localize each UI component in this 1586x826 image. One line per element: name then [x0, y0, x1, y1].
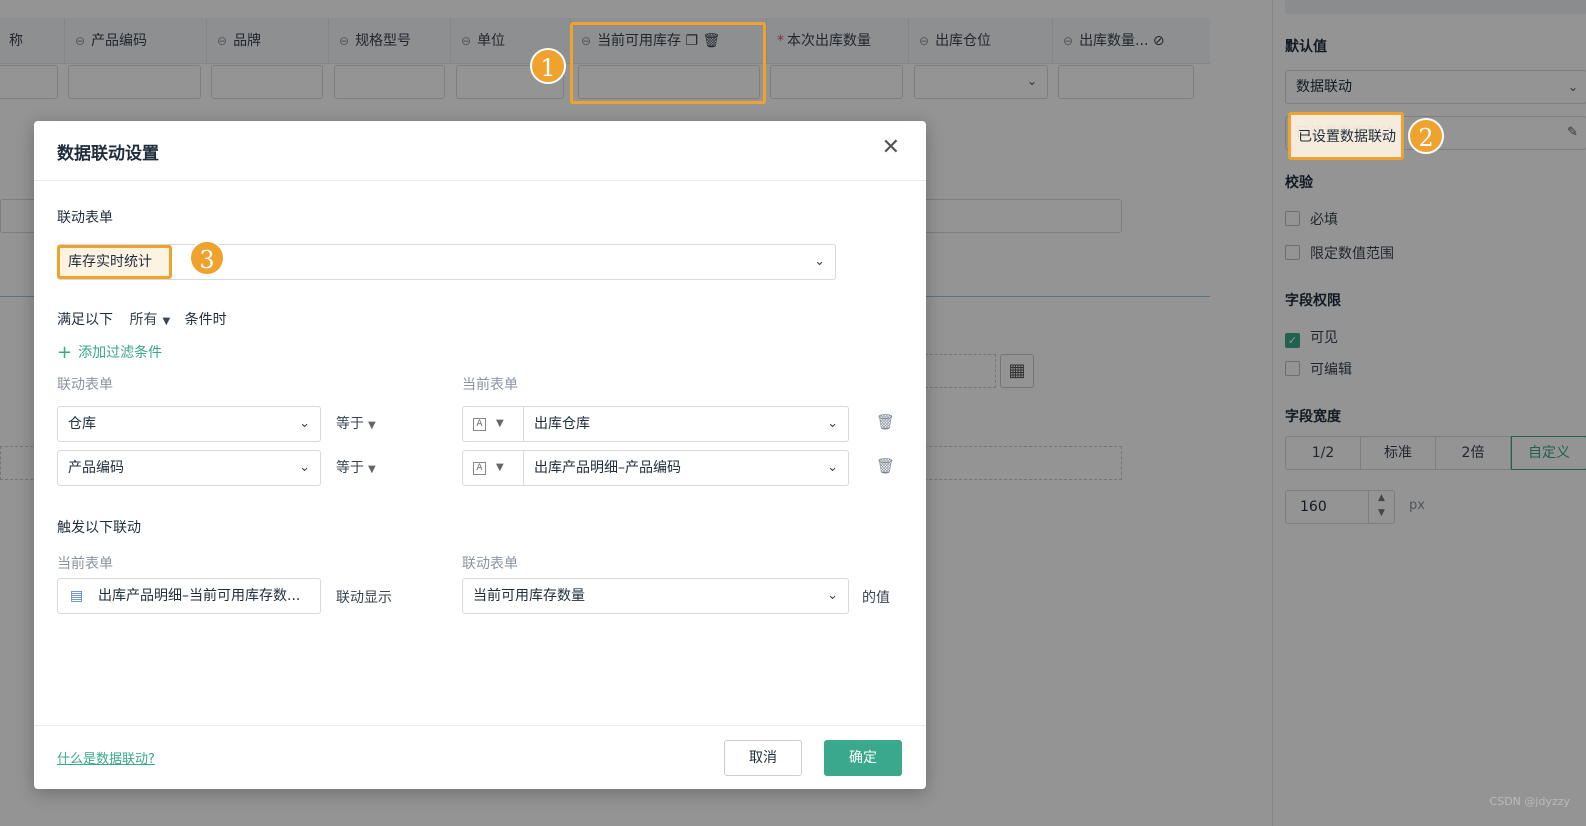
caret-down-icon: ▼ [496, 462, 504, 473]
condition-operator-dropdown[interactable]: 等于 ▼ [336, 457, 376, 477]
trigger-linked-form-label: 联动表单 [462, 556, 518, 572]
caret-down-icon: ▼ [162, 316, 171, 327]
step-badge-2: 2 [1408, 118, 1444, 154]
trigger-title: 触发以下联动 [57, 520, 141, 536]
current-form-column-label: 当前表单 [462, 377, 518, 393]
help-link[interactable]: 什么是数据联动? [57, 748, 155, 767]
value-type-dropdown[interactable]: A ▼ [462, 406, 524, 442]
trigger-action-label: 联动显示 [336, 590, 392, 606]
step-badge-3: 3 [189, 240, 225, 276]
text-type-icon: A [473, 462, 486, 475]
data-linkage-dialog: 数据联动设置 ✕ 联动表单 ⌄ 库存实时统计 3 满足以下 所有 ▼ 条件时 + 添… [34, 121, 926, 789]
linked-form-label: 联动表单 [57, 210, 113, 226]
cancel-button[interactable]: 取消 [724, 740, 802, 776]
delete-condition-icon[interactable]: 🗑 [876, 413, 895, 431]
condition-linked-field-select[interactable]: 产品编码 ⌄ [57, 450, 321, 486]
trigger-current-form-label: 当前表单 [57, 556, 113, 572]
plus-icon: + [57, 342, 73, 363]
add-filter-button[interactable]: + 添加过滤条件 [57, 342, 162, 363]
condition-linked-field-select[interactable]: 仓库 ⌄ [57, 406, 321, 442]
condition-mode-dropdown[interactable]: 所有 ▼ [129, 312, 170, 328]
condition-operator-dropdown[interactable]: 等于 ▼ [336, 413, 376, 433]
chevron-down-icon: ⌄ [827, 416, 838, 431]
dialog-footer: 什么是数据联动? 取消 确定 [34, 725, 926, 789]
chevron-down-icon: ⌄ [299, 416, 310, 431]
trigger-linked-field-select[interactable]: 当前可用库存数量 ⌄ [462, 578, 849, 614]
caret-down-icon: ▼ [496, 418, 504, 429]
chevron-down-icon: ⌄ [827, 588, 838, 603]
trigger-current-field: ▤ 出库产品明细–当前可用库存数... [57, 578, 321, 614]
caret-down-icon: ▼ [368, 464, 376, 475]
confirm-button[interactable]: 确定 [824, 740, 902, 776]
text-type-icon: A [473, 418, 486, 431]
trigger-suffix-label: 的值 [862, 590, 890, 606]
condition-current-field-select[interactable]: 出库产品明细–产品编码 ⌄ [523, 450, 849, 486]
linked-form-tag: 库存实时统计 [57, 245, 172, 279]
condition-current-field-select[interactable]: 出库仓库 ⌄ [523, 406, 849, 442]
linked-form-select[interactable]: ⌄ [57, 244, 836, 280]
highlighted-linkage-status: 已设置数据联动 [1298, 129, 1396, 145]
watermark: CSDN @jdyzzy [1489, 795, 1570, 808]
dialog-title: 数据联动设置 [57, 144, 159, 164]
chevron-down-icon: ⌄ [299, 460, 310, 475]
dialog-header: 数据联动设置 ✕ [34, 121, 926, 181]
step-badge-1: 1 [530, 48, 566, 84]
chevron-down-icon: ⌄ [827, 460, 838, 475]
caret-down-icon: ▼ [368, 420, 376, 431]
condition-rule-line: 满足以下 所有 ▼ 条件时 [57, 312, 227, 328]
linked-form-column-label: 联动表单 [57, 377, 113, 393]
delete-condition-icon[interactable]: 🗑 [876, 457, 895, 475]
close-icon[interactable]: ✕ [882, 135, 900, 160]
chevron-down-icon: ⌄ [814, 254, 825, 269]
table-field-icon: ▤ [70, 588, 84, 604]
value-type-dropdown[interactable]: A ▼ [462, 450, 524, 486]
highlight-box-1 [570, 22, 766, 104]
